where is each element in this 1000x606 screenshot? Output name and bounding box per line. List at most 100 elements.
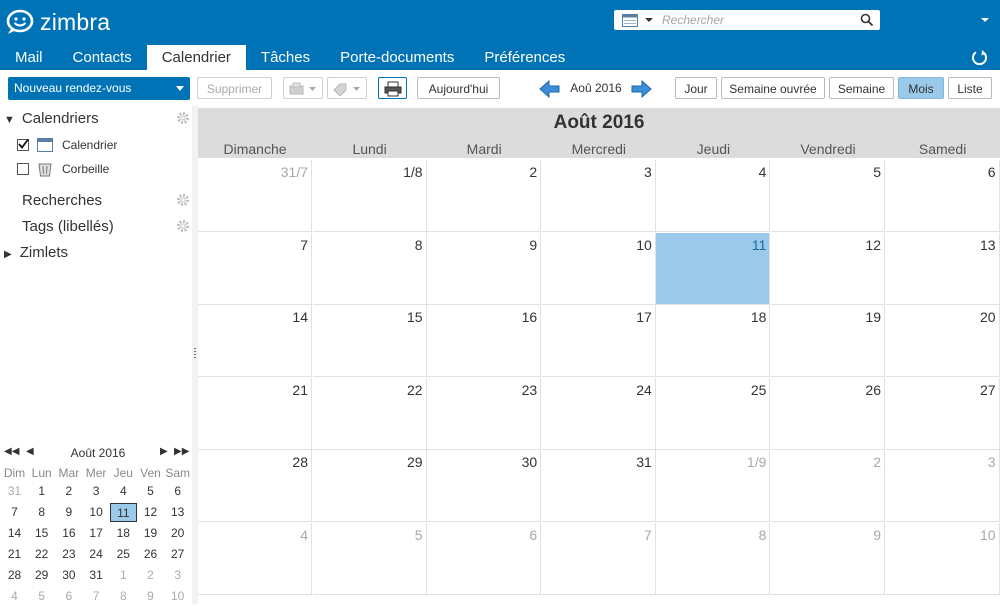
mini-calendar-day[interactable]: 4 (1, 587, 28, 606)
day-number[interactable]: 15 (407, 309, 423, 325)
day-cell[interactable]: 6 (885, 160, 1000, 232)
mini-calendar-day[interactable]: 11 (109, 503, 137, 522)
print-button[interactable] (378, 77, 407, 99)
day-number[interactable]: 1/8 (403, 164, 422, 180)
calendar-item-calendrier[interactable]: Calendrier (17, 136, 117, 154)
trash-checkbox[interactable] (17, 163, 29, 175)
day-number[interactable]: 3 (988, 454, 996, 470)
day-number[interactable]: 5 (415, 527, 423, 543)
mini-calendar-day[interactable]: 19 (137, 524, 164, 543)
mini-calendar-day[interactable]: 6 (55, 587, 82, 606)
mini-calendar-day[interactable]: 21 (1, 545, 28, 564)
day-cell[interactable]: 5 (771, 160, 885, 232)
mini-calendar-day[interactable]: 25 (110, 545, 137, 564)
mini-calendar-day[interactable]: 31 (1, 482, 28, 501)
day-number[interactable]: 29 (407, 454, 423, 470)
day-cell[interactable]: 29 (312, 450, 427, 523)
mini-calendar-day[interactable]: 2 (55, 482, 82, 501)
day-number[interactable]: 9 (529, 237, 537, 253)
mini-calendar-day[interactable]: 7 (1, 503, 28, 522)
calendars-header[interactable]: ▼ Calendriers (4, 110, 99, 127)
day-number[interactable]: 14 (292, 309, 308, 325)
day-number[interactable]: 27 (980, 382, 996, 398)
day-number[interactable]: 28 (292, 454, 308, 470)
day-number[interactable]: 18 (751, 309, 767, 325)
view-day-button[interactable]: Jour (675, 77, 717, 99)
day-number[interactable]: 30 (522, 454, 538, 470)
day-cell[interactable]: 3 (885, 450, 1000, 523)
day-cell[interactable]: 22 (312, 377, 427, 450)
day-number[interactable]: 12 (865, 237, 881, 253)
collapse-triangle-icon[interactable]: ▶ (4, 249, 12, 260)
view-work-week-button[interactable]: Semaine ouvrée (721, 77, 825, 99)
mini-calendar-day[interactable]: 4 (110, 482, 137, 501)
searches-header[interactable]: Recherches (22, 192, 102, 209)
mini-calendar-day[interactable]: 1 (28, 482, 55, 501)
day-cell[interactable]: 3 (541, 160, 656, 232)
day-cell[interactable]: 7 (541, 523, 656, 595)
mini-calendar-day[interactable]: 3 (83, 482, 110, 501)
gear-icon[interactable] (176, 111, 190, 125)
day-number[interactable]: 8 (415, 237, 423, 253)
day-cell[interactable]: 20 (885, 305, 1000, 378)
day-number[interactable]: 13 (980, 237, 996, 253)
day-number[interactable]: 31/7 (281, 164, 308, 180)
day-number[interactable]: 21 (292, 382, 308, 398)
gear-icon[interactable] (176, 193, 190, 207)
mini-calendar-day[interactable]: 31 (83, 566, 110, 585)
mini-calendar-day[interactable]: 23 (55, 545, 82, 564)
mini-calendar-day[interactable]: 12 (137, 503, 164, 522)
mini-calendar-day[interactable]: 9 (137, 587, 164, 606)
day-cell[interactable]: 19 (771, 305, 885, 378)
mini-calendar-day[interactable]: 13 (164, 503, 191, 522)
day-cell[interactable]: 11 (656, 232, 771, 305)
mini-calendar-day[interactable]: 10 (164, 587, 191, 606)
day-number[interactable]: 17 (636, 309, 652, 325)
day-cell[interactable]: 30 (427, 450, 542, 523)
day-cell[interactable]: 8 (656, 523, 771, 595)
day-number[interactable]: 23 (522, 382, 538, 398)
zimlets-header[interactable]: ▶ Zimlets (4, 244, 68, 261)
day-cell[interactable]: 26 (771, 377, 885, 450)
today-button[interactable]: Aujourd'hui (417, 77, 500, 99)
day-number[interactable]: 26 (865, 382, 881, 398)
day-cell[interactable]: 4 (656, 160, 771, 232)
day-cell[interactable]: 6 (427, 523, 542, 595)
day-number[interactable]: 7 (300, 237, 308, 253)
day-cell[interactable]: 9 (771, 523, 885, 595)
delete-button[interactable]: Supprimer (197, 77, 272, 99)
refresh-icon[interactable] (970, 48, 990, 68)
mini-calendar-day[interactable]: 7 (83, 587, 110, 606)
mini-calendar-day[interactable]: 8 (28, 503, 55, 522)
mini-calendar-day[interactable]: 1 (110, 566, 137, 585)
day-number[interactable]: 5 (873, 164, 881, 180)
mini-calendar-day[interactable]: 20 (164, 524, 191, 543)
day-cell[interactable]: 31/7 (198, 160, 312, 232)
day-number[interactable]: 1/9 (747, 454, 766, 470)
day-cell[interactable]: 25 (656, 377, 771, 450)
day-number[interactable]: 19 (865, 309, 881, 325)
new-appointment-button[interactable]: Nouveau rendez-vous (8, 77, 190, 100)
day-cell[interactable]: 16 (427, 305, 542, 378)
day-number[interactable]: 6 (529, 527, 537, 543)
gear-icon[interactable] (176, 219, 190, 233)
view-week-button[interactable]: Semaine (829, 77, 894, 99)
search-type-dropdown[interactable] (622, 13, 656, 27)
day-number[interactable]: 4 (759, 164, 767, 180)
day-cell[interactable]: 8 (312, 232, 427, 305)
mini-calendar-day[interactable]: 5 (28, 587, 55, 606)
tab-preferences[interactable]: Préférences (469, 45, 580, 70)
move-button[interactable] (283, 77, 323, 99)
day-number[interactable]: 4 (300, 527, 308, 543)
expand-triangle-icon[interactable]: ▼ (4, 114, 15, 126)
day-number[interactable]: 11 (752, 237, 767, 253)
view-list-button[interactable]: Liste (948, 77, 992, 99)
zimbra-logo[interactable]: zimbra (6, 8, 110, 36)
day-cell[interactable]: 13 (885, 232, 1000, 305)
day-cell[interactable]: 5 (312, 523, 427, 595)
day-cell[interactable]: 1/8 (312, 160, 427, 232)
tab-contacts[interactable]: Contacts (58, 45, 147, 70)
user-menu-chevron-icon[interactable] (978, 14, 992, 26)
day-cell[interactable]: 7 (198, 232, 312, 305)
mini-calendar-day[interactable]: 15 (28, 524, 55, 543)
